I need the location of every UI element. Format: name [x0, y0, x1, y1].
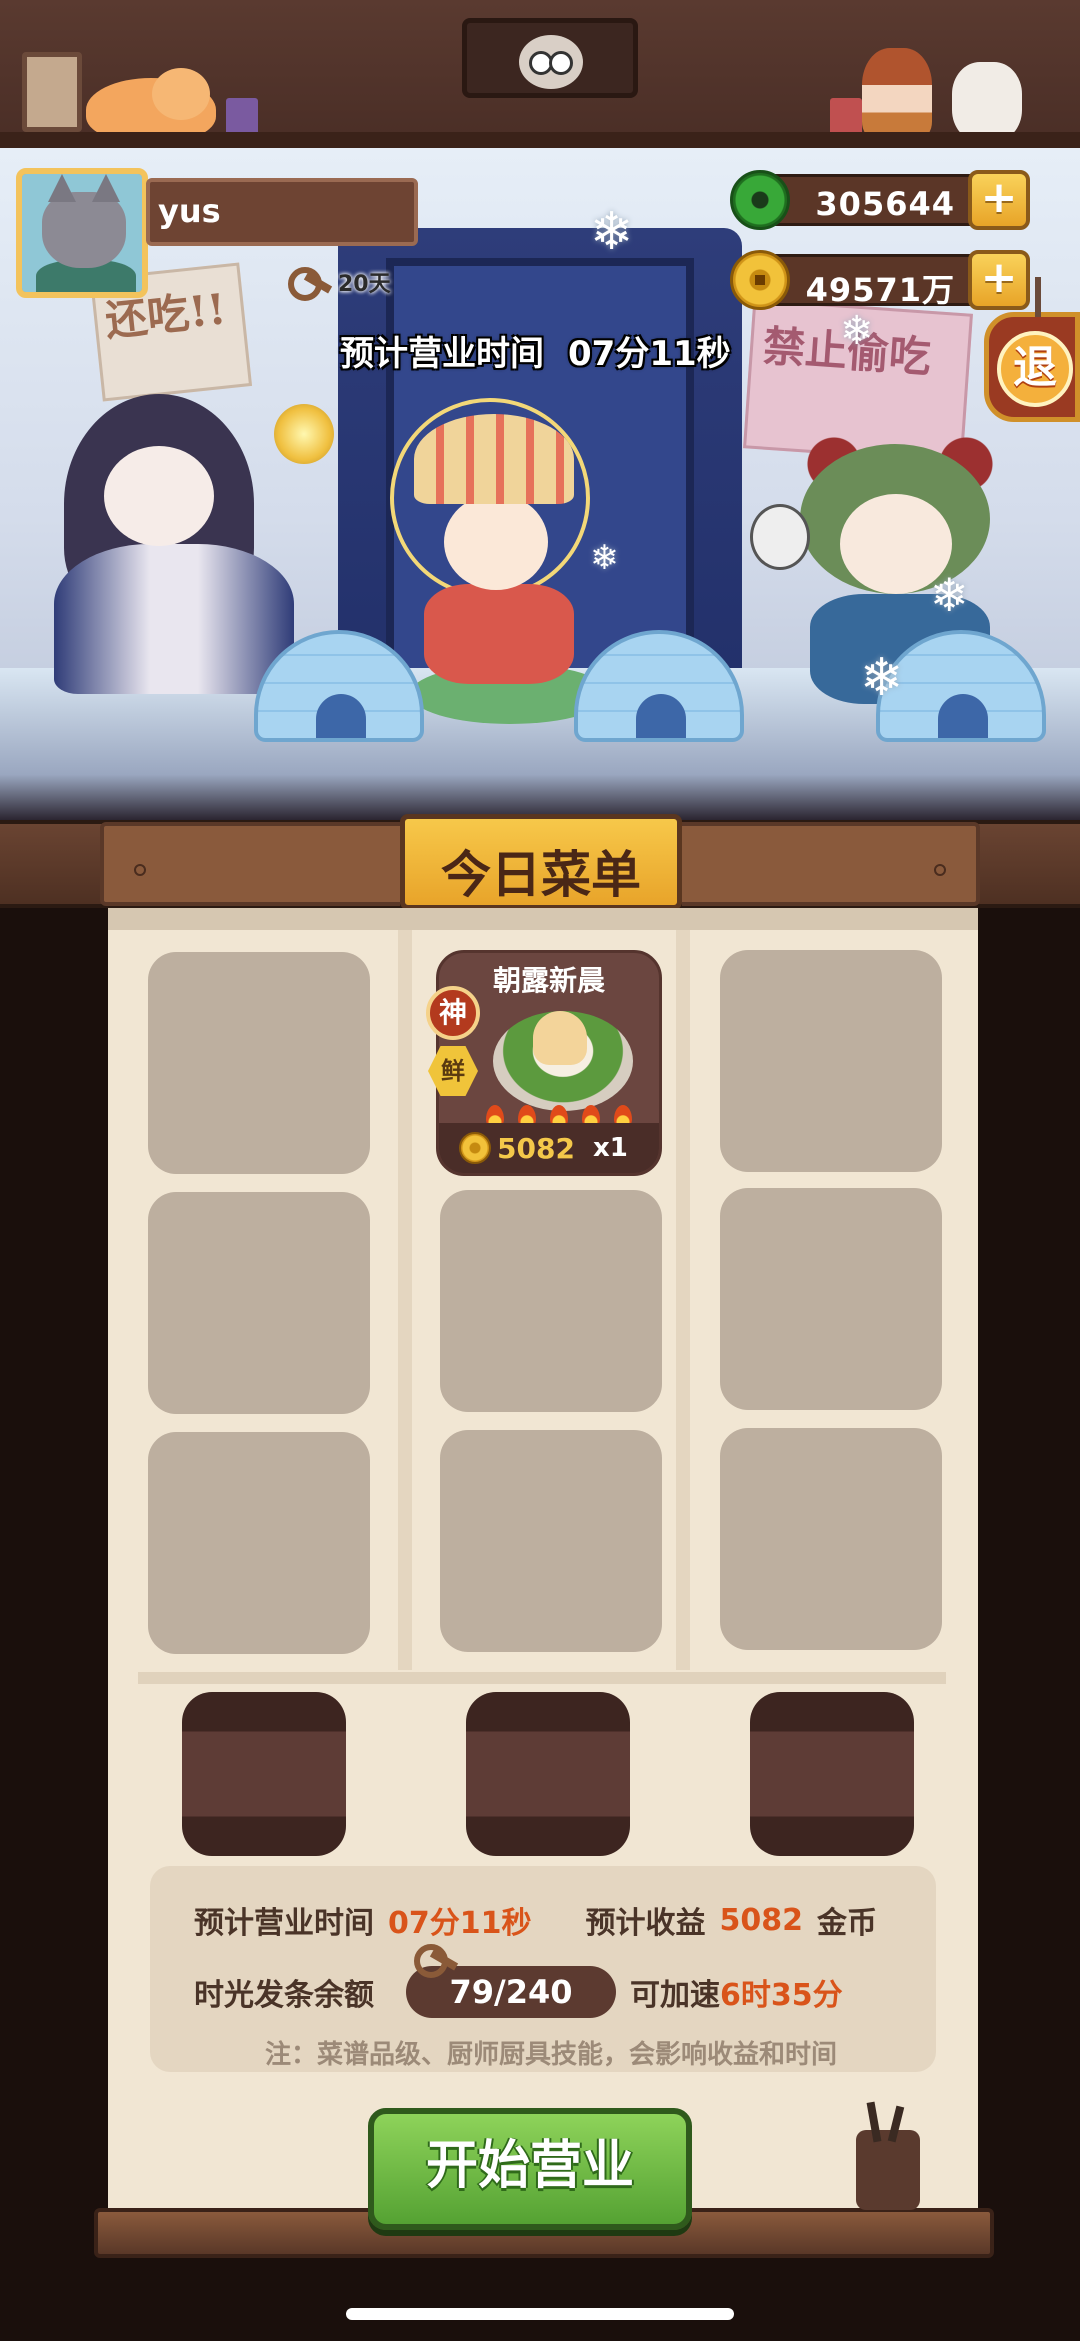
menu-title-plaque: 今日菜单 — [400, 814, 682, 910]
snowflake-icon: ❄ — [840, 308, 874, 354]
empty-dish-slot[interactable] — [148, 952, 370, 1174]
summary-income-label: 预计收益 — [585, 1906, 706, 1941]
home-indicator[interactable] — [346, 2308, 734, 2320]
empty-dish-slot[interactable] — [148, 1192, 370, 1414]
chef-slot[interactable] — [466, 1692, 630, 1856]
coin-currency: 49571万 + — [730, 250, 1030, 310]
add-coins-button[interactable]: + — [968, 250, 1030, 310]
glasses-cat-icon — [519, 35, 583, 89]
summary-time-label: 预计营业时间 — [194, 1906, 374, 1941]
empty-dish-slot[interactable] — [440, 1190, 662, 1412]
hanging-scroll-decoration — [462, 18, 638, 98]
coin-icon — [730, 250, 790, 310]
snowflake-icon: ❄ — [590, 202, 634, 262]
snowflake-icon: ❄ — [930, 568, 969, 622]
player-name-plate[interactable]: yus — [146, 178, 418, 246]
utensil-pot-decoration — [856, 2130, 920, 2210]
empty-dish-slot[interactable] — [720, 1188, 942, 1410]
summary-income-unit: 金币 — [817, 1906, 877, 1941]
wolf-avatar-icon — [42, 174, 126, 268]
days-text: 20天 — [338, 272, 391, 297]
white-cat-decoration — [952, 62, 1022, 142]
wind-key-icon — [414, 1944, 458, 1978]
row-divider — [138, 1672, 946, 1684]
jade-currency: 305644 + — [730, 170, 1030, 230]
doll-decoration — [862, 48, 932, 140]
scene-time-label: 预计营业时间 — [340, 333, 544, 374]
grade-badge: 神 — [426, 986, 480, 1040]
skull-icon — [750, 504, 810, 570]
snowflake-icon: ❄ — [590, 538, 619, 578]
chef-slot[interactable] — [750, 1692, 914, 1856]
speedup-label: 可加速 — [630, 1978, 720, 2013]
player-avatar[interactable] — [16, 168, 148, 298]
empty-dish-slot[interactable] — [440, 1430, 662, 1652]
coin-icon — [459, 1132, 491, 1164]
summary-income-value: 5082 — [719, 1902, 804, 1938]
dish-price: 5082 — [497, 1131, 575, 1165]
column-divider — [398, 930, 412, 1670]
snowflake-icon: ❄ — [860, 648, 904, 708]
days-counter: 20天 — [288, 266, 391, 301]
summary-note: 注：菜谱品级、厨师厨具技能，会影响收益和时间 — [264, 2040, 837, 2070]
empty-dish-slot[interactable] — [720, 950, 942, 1172]
dish-quantity: x1 — [592, 1133, 628, 1163]
speedup-value: 6时35分 — [720, 1978, 843, 2013]
summary-row-time-income: 预计营业时间 07分11秒 预计收益 5082 金币 — [194, 1898, 877, 1942]
scene-business-time: 预计营业时间 07分11秒 — [340, 322, 750, 378]
exit-button[interactable]: 退 — [984, 277, 1080, 422]
top-shelf — [0, 0, 1080, 148]
coin-value: 49571万 — [805, 271, 955, 309]
empty-dish-slot[interactable] — [720, 1428, 942, 1650]
exit-label: 退 — [997, 331, 1073, 407]
empty-dish-slot[interactable] — [148, 1432, 370, 1654]
summary-row-balance: 时光发条余额 79/240 可加速 6时35分 — [194, 1966, 843, 2018]
column-divider — [676, 930, 690, 1670]
paw-frame-decoration — [22, 52, 82, 132]
scene-time-value: 07分11秒 — [568, 333, 731, 374]
jade-icon — [730, 170, 790, 230]
shelf-board — [0, 132, 1080, 148]
balance-value: 79/240 — [449, 1973, 573, 2011]
chef-slot[interactable] — [182, 1692, 346, 1856]
business-summary: 预计营业时间 07分11秒 预计收益 5082 金币 时光发条余额 79/240… — [150, 1866, 936, 2072]
start-business-button[interactable]: 开始营业 — [368, 2108, 692, 2230]
add-jade-button[interactable]: + — [968, 170, 1030, 230]
jade-value: 305644 — [815, 185, 955, 223]
restaurant-scene[interactable]: 还吃!! 禁止偷吃 ❄ ❄ ❄ ❄ ❄ — [0, 148, 1080, 820]
staff-icon — [274, 404, 334, 464]
dish-footer: 5082 x1 — [439, 1123, 659, 1173]
balance-label: 时光发条余额 — [194, 1978, 374, 2013]
menu-title: 今日菜单 — [441, 845, 641, 904]
player-name: yus — [158, 192, 221, 230]
wind-key-icon — [288, 267, 332, 301]
summary-time-value: 07分11秒 — [388, 1906, 532, 1941]
